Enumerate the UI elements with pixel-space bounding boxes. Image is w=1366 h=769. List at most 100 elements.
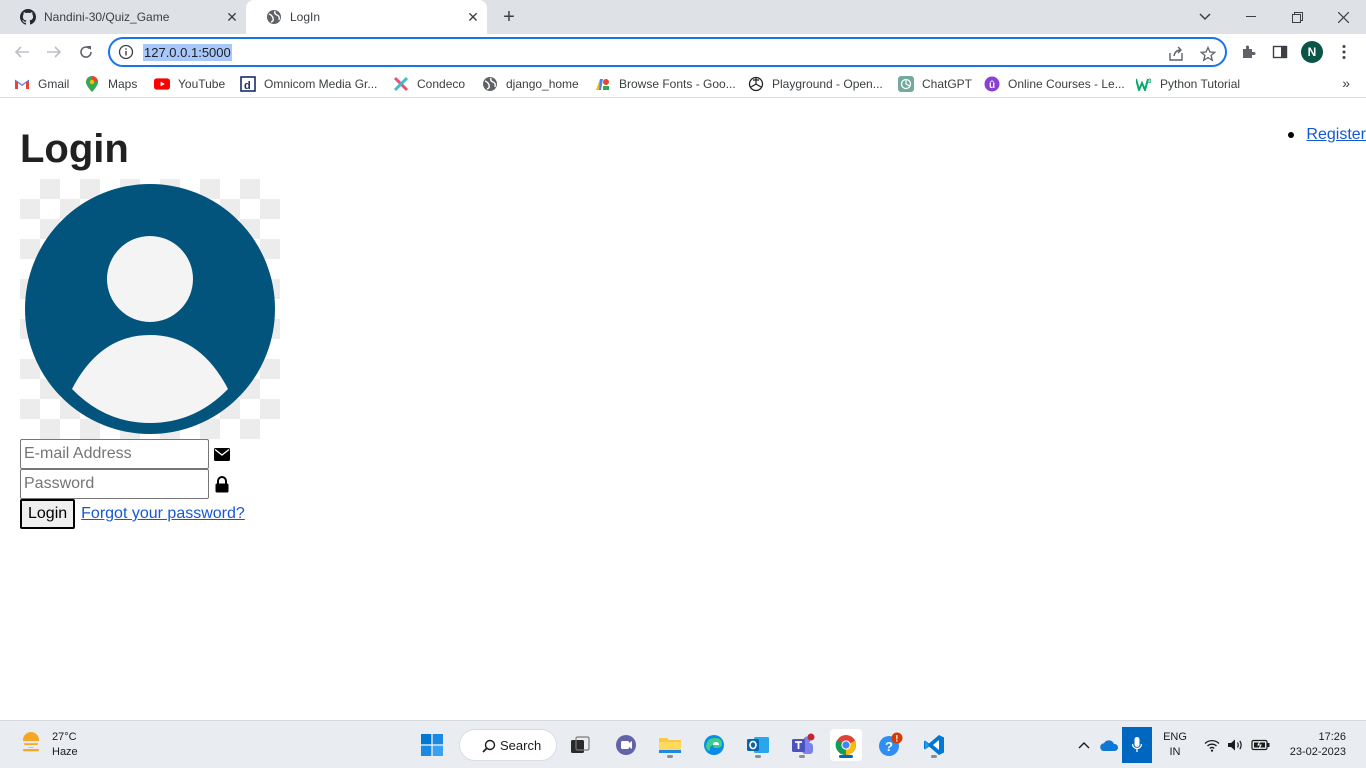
microphone-icon[interactable]: [1122, 727, 1152, 763]
get-help-icon[interactable]: ?!: [874, 729, 906, 761]
bookmarks-bar: Gmail Maps YouTube d Omnicom Media Gr...…: [0, 70, 1366, 98]
bookmark-label: ChatGPT: [922, 77, 973, 91]
globe-icon: [482, 76, 498, 92]
bookmark-label: Python Tutorial: [1160, 77, 1241, 91]
windows-start-icon[interactable]: [416, 729, 448, 761]
bullet-icon: [1288, 132, 1295, 138]
bookmark-youtube[interactable]: YouTube: [154, 75, 225, 93]
tab-title: Nandini-30/Quiz_Game: [44, 10, 170, 24]
url-text[interactable]: 127.0.0.1:5000: [143, 44, 232, 61]
forward-icon[interactable]: [42, 40, 66, 64]
browser-toolbar: 127.0.0.1:5000 N: [0, 34, 1366, 70]
envelope-icon: [213, 445, 231, 463]
user-avatar-image: [20, 179, 280, 439]
volume-icon[interactable]: [1226, 721, 1246, 769]
google-fonts-icon: [595, 76, 611, 92]
back-icon[interactable]: [10, 40, 34, 64]
clock-date: 23-02-2023: [1289, 746, 1346, 758]
tab-login[interactable]: LogIn ✕: [246, 0, 487, 34]
restore-icon[interactable]: [1274, 0, 1320, 34]
running-indicator: [799, 755, 805, 758]
user-profile-icon: [25, 184, 275, 434]
gmail-icon: [14, 76, 30, 92]
profile-avatar[interactable]: N: [1300, 40, 1324, 64]
task-view-icon[interactable]: [564, 729, 596, 761]
page-content: Login Register Log: [0, 99, 1366, 720]
more-bookmarks-icon[interactable]: »: [1342, 75, 1350, 91]
close-tab-icon[interactable]: ✕: [224, 9, 240, 25]
email-input[interactable]: [20, 439, 209, 469]
bookmark-gmail[interactable]: Gmail: [14, 75, 69, 93]
file-explorer-icon[interactable]: [654, 729, 686, 761]
running-indicator: [667, 755, 673, 758]
profile-initial: N: [1301, 41, 1323, 63]
bookmark-django-home[interactable]: django_home: [482, 75, 579, 93]
lock-icon: [213, 475, 231, 493]
search-label: Search: [500, 737, 542, 753]
bookmark-maps[interactable]: Maps: [84, 75, 137, 93]
new-tab-icon[interactable]: +: [498, 6, 520, 28]
weather-widget[interactable]: 27°C Haze: [18, 729, 78, 760]
clock-time: 17:26: [1318, 731, 1346, 743]
close-tab-icon[interactable]: ✕: [465, 9, 481, 25]
bookmark-label: Gmail: [38, 77, 70, 91]
globe-icon: [266, 9, 282, 25]
extensions-icon[interactable]: [1236, 40, 1260, 64]
side-panel-icon[interactable]: [1268, 40, 1292, 64]
bookmark-omnicom[interactable]: d Omnicom Media Gr...: [240, 75, 377, 93]
wifi-icon[interactable]: [1202, 721, 1222, 769]
region-code: IN: [1169, 746, 1181, 758]
bookmark-label: Online Courses - Le...: [1008, 77, 1125, 91]
outlook-icon[interactable]: [742, 729, 774, 761]
minimize-icon[interactable]: [1228, 0, 1274, 34]
address-bar[interactable]: 127.0.0.1:5000: [108, 37, 1227, 67]
password-row: [20, 469, 231, 499]
svg-text:û: û: [989, 80, 995, 91]
forgot-password-link[interactable]: Forgot your password?: [81, 505, 245, 523]
bookmark-playground[interactable]: Playground - Open...: [748, 75, 883, 93]
condeco-icon: [393, 76, 409, 92]
bookmark-chatgpt[interactable]: ChatGPT: [898, 75, 972, 93]
tab-quiz-game[interactable]: Nandini-30/Quiz_Game ✕: [0, 0, 246, 34]
bookmark-browse-fonts[interactable]: Browse Fonts - Goo...: [595, 75, 736, 93]
register-link[interactable]: Register: [1306, 125, 1366, 145]
courses-icon: û: [984, 76, 1000, 92]
site-info-icon[interactable]: [118, 44, 134, 60]
password-input[interactable]: [20, 469, 209, 499]
bookmark-label: Maps: [108, 77, 138, 91]
teams-icon[interactable]: [786, 729, 818, 761]
edge-icon[interactable]: [698, 729, 730, 761]
menu-icon[interactable]: [1332, 40, 1356, 64]
running-indicator: [931, 755, 937, 758]
youtube-icon: [154, 76, 170, 92]
taskbar-search[interactable]: Search: [459, 729, 557, 761]
login-button[interactable]: Login: [20, 499, 76, 529]
system-clock[interactable]: 17:26 23-02-2023: [1290, 730, 1346, 760]
maps-icon: [84, 76, 100, 92]
reload-icon[interactable]: [74, 40, 98, 64]
email-row: [20, 439, 231, 469]
close-window-icon[interactable]: [1320, 0, 1366, 34]
battery-icon[interactable]: [1250, 721, 1272, 769]
openai-icon: [748, 76, 764, 92]
bookmark-label: Omnicom Media Gr...: [264, 77, 378, 91]
bookmark-python-tutorial[interactable]: 3 Python Tutorial: [1136, 75, 1240, 93]
chrome-icon[interactable]: [830, 729, 862, 761]
bookmark-condeco[interactable]: Condeco: [393, 75, 465, 93]
omnicom-icon: d: [240, 76, 256, 92]
share-icon[interactable]: [1166, 44, 1186, 64]
teams-chat-icon[interactable]: [610, 729, 642, 761]
svg-text:?: ?: [885, 739, 893, 754]
w3schools-icon: 3: [1136, 76, 1152, 92]
bookmark-online-courses[interactable]: û Online Courses - Le...: [984, 75, 1125, 93]
show-hidden-icons[interactable]: [1074, 721, 1094, 769]
bookmark-star-icon[interactable]: [1198, 44, 1218, 64]
github-icon: [20, 9, 36, 25]
onedrive-icon[interactable]: [1098, 721, 1120, 769]
language-indicator[interactable]: ENG IN: [1158, 721, 1192, 769]
running-indicator: [755, 755, 761, 758]
vscode-icon[interactable]: [918, 729, 950, 761]
chatgpt-icon: [898, 76, 914, 92]
tab-search-icon[interactable]: [1182, 0, 1228, 34]
bookmark-label: Playground - Open...: [772, 77, 883, 91]
